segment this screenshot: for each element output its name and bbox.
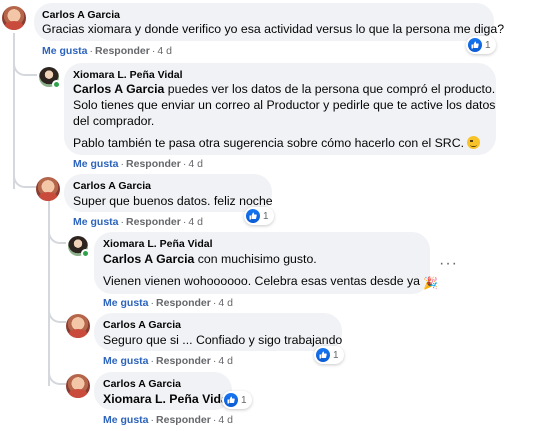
- comment-actions: Me gusta · Responder · 4 d: [73, 158, 203, 170]
- timestamp[interactable]: 4 d: [218, 355, 233, 367]
- party-popper-emoji: 🎉: [423, 276, 439, 290]
- like-button[interactable]: Me gusta: [103, 414, 149, 426]
- thread-connector: [13, 168, 37, 188]
- reply-button[interactable]: Responder: [126, 158, 181, 170]
- like-button[interactable]: Me gusta: [73, 158, 119, 170]
- thread-connector: [48, 365, 66, 385]
- avatar[interactable]: [2, 6, 26, 30]
- comment-author[interactable]: Carlos A Garcia: [73, 180, 151, 192]
- comment-author[interactable]: Carlos A Garcia: [103, 378, 181, 390]
- timestamp[interactable]: 4 d: [218, 297, 233, 309]
- comment-text-line: Vienen vienen wohoooooo. Celebra esas ve…: [103, 274, 439, 290]
- comment-author[interactable]: Carlos A Garcia: [103, 319, 181, 331]
- reaction-count: 1: [241, 394, 247, 406]
- mention-link[interactable]: Xiomara L. Peña Vidal: [103, 392, 231, 406]
- comment-actions: Me gusta · Responder · 4 d: [103, 414, 233, 426]
- comment-author[interactable]: Xiomara L. Peña Vidal: [73, 69, 183, 81]
- timestamp[interactable]: 4 d: [188, 158, 203, 170]
- thread-connector: [13, 60, 37, 76]
- comment-text-line: del comprador.: [73, 114, 155, 128]
- comment-author[interactable]: Carlos A Garcia: [42, 9, 120, 21]
- reaction-count: 1: [333, 349, 339, 361]
- timestamp[interactable]: 4 d: [188, 216, 203, 228]
- avatar[interactable]: [36, 177, 60, 201]
- comment-text: Xiomara L. Peña Vidal: [103, 391, 231, 407]
- reactions-summary[interactable]: 1: [222, 391, 252, 409]
- comment-actions: Me gusta · Responder · 4 d: [42, 45, 172, 57]
- timestamp[interactable]: 4 d: [218, 414, 233, 426]
- reactions-summary[interactable]: 1: [314, 346, 344, 364]
- like-icon: [316, 348, 330, 362]
- like-icon: [224, 393, 238, 407]
- winking-face-emoji: [467, 136, 481, 149]
- comment-text: Super que buenos datos. feliz noche: [73, 194, 273, 208]
- comment-actions: Me gusta · Responder · 4 d: [103, 297, 233, 309]
- comment-text-line: Pablo también te pasa otra sugerencia so…: [73, 135, 481, 151]
- like-button[interactable]: Me gusta: [103, 297, 149, 309]
- mention-link[interactable]: Carlos A Garcia: [103, 252, 194, 266]
- more-options-icon[interactable]: ···: [439, 255, 458, 273]
- reactions-summary[interactable]: 1: [244, 207, 274, 225]
- comment-text: Gracias xiomara y donde verifico yo esa …: [42, 22, 505, 36]
- reply-button[interactable]: Responder: [156, 355, 211, 367]
- thread-line: [13, 33, 15, 189]
- like-icon: [246, 209, 260, 223]
- thread-connector: [48, 228, 66, 244]
- comment-author[interactable]: Xiomara L. Peña Vidal: [103, 238, 213, 250]
- comment-actions: Me gusta · Responder · 4 d: [103, 355, 233, 367]
- like-button[interactable]: Me gusta: [42, 45, 88, 57]
- comment-text: Carlos A Garcia puedes ver los datos de …: [73, 82, 496, 96]
- reply-button[interactable]: Responder: [126, 216, 181, 228]
- like-button[interactable]: Me gusta: [73, 216, 119, 228]
- reply-button[interactable]: Responder: [95, 45, 150, 57]
- thread-connector: [48, 305, 66, 323]
- online-status-badge: [52, 80, 61, 89]
- reaction-count: 1: [485, 39, 491, 51]
- reaction-count: 1: [263, 210, 269, 222]
- reply-button[interactable]: Responder: [156, 414, 211, 426]
- comment-actions: Me gusta · Responder · 4 d: [73, 216, 203, 228]
- comment-text-line: Solo tienes que enviar un correo al Prod…: [73, 98, 496, 112]
- reply-button[interactable]: Responder: [156, 297, 211, 309]
- online-status-badge: [81, 249, 90, 258]
- mention-link[interactable]: Carlos A Garcia: [73, 82, 164, 96]
- like-icon: [468, 38, 482, 52]
- reactions-summary[interactable]: 1: [466, 36, 496, 54]
- timestamp[interactable]: 4 d: [157, 45, 172, 57]
- avatar[interactable]: [66, 374, 90, 398]
- avatar[interactable]: [66, 314, 90, 338]
- comment-text: Seguro que si ... Confiado y sigo trabaj…: [103, 333, 343, 347]
- like-button[interactable]: Me gusta: [103, 355, 149, 367]
- comment-text: Carlos A Garcia con muchisimo gusto.: [103, 252, 317, 266]
